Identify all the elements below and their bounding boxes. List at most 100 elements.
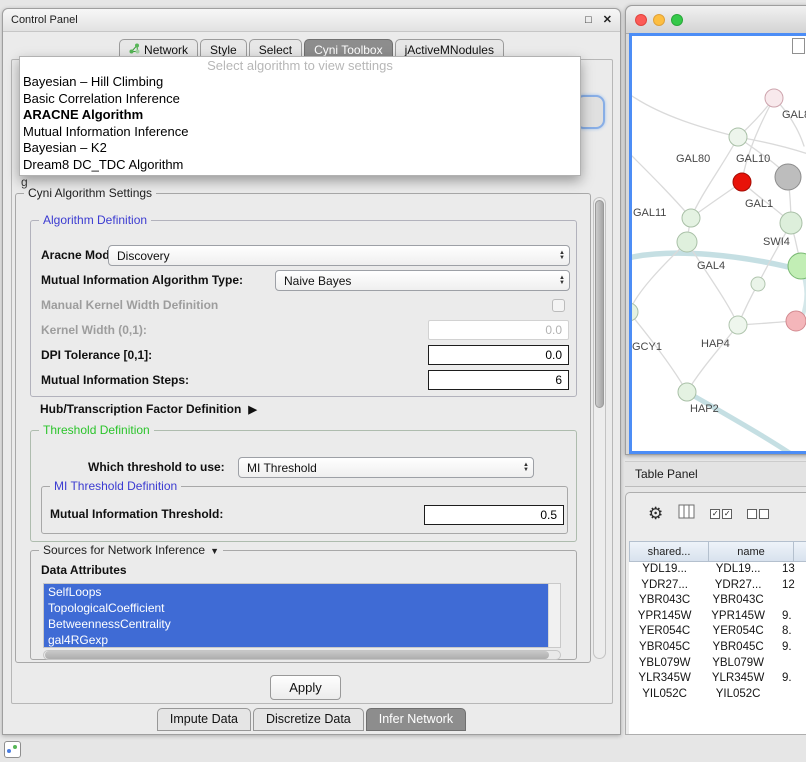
table-cell: YBR045C	[629, 640, 700, 656]
which-threshold-label: Which threshold to use:	[88, 457, 225, 478]
algorithm-option[interactable]: ARACNE Algorithm	[20, 107, 580, 124]
node-label: GAL80	[676, 153, 710, 165]
list-vertical-scrollbar[interactable]	[548, 584, 560, 647]
close-button-icon[interactable]	[635, 14, 647, 26]
network-edge	[687, 392, 806, 451]
network-view-window: GAL8GAL80GAL10GAL11GAL1SWI4GAL4GCY1HAP4H…	[625, 5, 806, 455]
network-node[interactable]	[729, 316, 747, 334]
close-window-icon[interactable]: ✕	[603, 14, 612, 26]
deselect-all-icon[interactable]	[747, 509, 769, 519]
tab-label: Select	[259, 43, 292, 57]
mi-type-label: Mutual Information Algorithm Type:	[41, 270, 243, 291]
mi-type-value: Naive Bayes	[284, 274, 351, 288]
column-header[interactable]: name	[709, 541, 794, 562]
table-row[interactable]: YBR045CYBR045C9.	[629, 640, 806, 656]
table-row[interactable]: YBR043CYBR043C	[629, 593, 806, 609]
network-edge	[687, 325, 738, 392]
sources-toggle[interactable]: Sources for Network Inference▼	[39, 543, 223, 557]
column-header[interactable]	[794, 541, 806, 562]
network-node[interactable]	[775, 164, 801, 190]
data-attribute-item[interactable]: BetweennessCentrality	[44, 616, 549, 632]
minimize-button-icon[interactable]	[653, 14, 665, 26]
network-node[interactable]	[780, 212, 802, 234]
table-cell: YLR345W	[629, 671, 700, 687]
table-cell	[776, 656, 806, 672]
data-attribute-item[interactable]: gal4RGexp	[44, 632, 549, 648]
algorithm-option[interactable]: Basic Correlation Inference	[20, 91, 580, 108]
select-all-icon[interactable]: ✓ ✓	[710, 509, 732, 519]
network-node[interactable]	[677, 232, 697, 252]
scrollbar-thumb[interactable]	[45, 651, 549, 659]
table-cell: YPR145W	[629, 609, 700, 625]
data-attribute-item[interactable]: SelfLoops	[44, 584, 549, 600]
cyni-mode-tabs: Impute DataDiscretize DataInfer Network	[3, 708, 620, 731]
sources-group: Sources for Network Inference▼ Data Attr…	[30, 550, 577, 660]
table-cell: YPR145W	[700, 609, 776, 625]
spinner-arrows-icon: ▲▼	[559, 276, 565, 286]
apply-button[interactable]: Apply	[270, 675, 341, 700]
mi-threshold-field[interactable]: 0.5	[424, 505, 564, 525]
table-cell: YBR043C	[700, 593, 776, 609]
birdseye-corner-widget[interactable]	[792, 38, 805, 54]
table-row[interactable]: YDR27...YDR27...12	[629, 578, 806, 594]
algorithm-option[interactable]: Dream8 DC_TDC Algorithm	[20, 157, 580, 174]
table-row[interactable]: YDL19...YDL19...13	[629, 562, 806, 578]
node-label: SWI4	[763, 236, 790, 248]
table-row[interactable]: YER054CYER054C8.	[629, 624, 806, 640]
network-node[interactable]	[733, 173, 751, 191]
scrollbar-thumb[interactable]	[595, 200, 604, 408]
tab-infer-network[interactable]: Infer Network	[366, 708, 466, 731]
dpi-tolerance-field[interactable]: 0.0	[428, 345, 569, 365]
network-node[interactable]	[765, 89, 783, 107]
settings-scrollbar[interactable]	[593, 197, 606, 659]
mi-steps-field[interactable]: 6	[428, 370, 569, 390]
which-threshold-select[interactable]: MI Threshold ▲▼	[238, 457, 534, 478]
tab-discretize-data[interactable]: Discretize Data	[253, 708, 364, 731]
data-attributes-list[interactable]: SelfLoopsTopologicalCoefficientBetweenne…	[43, 583, 561, 648]
network-window-titlebar[interactable]	[626, 6, 806, 34]
table-cell: 13	[776, 562, 806, 578]
float-window-icon[interactable]: □	[585, 14, 592, 26]
algorithm-definition-group: Algorithm Definition Aracne Mode: Discov…	[30, 220, 577, 397]
hub-definition-toggle[interactable]: Hub/Transcription Factor Definition▶	[40, 400, 257, 419]
network-node[interactable]	[632, 303, 638, 321]
aracne-mode-value: Discovery	[117, 249, 170, 263]
network-node[interactable]	[682, 209, 700, 227]
settings-group-title: Cyni Algorithm Settings	[24, 186, 156, 200]
table-row[interactable]: YBL079WYBL079W	[629, 656, 806, 672]
spinner-arrows-icon: ▲▼	[559, 251, 565, 261]
table-row[interactable]: YPR145WYPR145W9.	[629, 609, 806, 625]
window-title: Control Panel	[11, 9, 78, 31]
network-node[interactable]	[678, 383, 696, 401]
manual-kernel-checkbox[interactable]	[552, 299, 565, 312]
table-row[interactable]: YLR345WYLR345W9.	[629, 671, 806, 687]
algorithm-option[interactable]: Bayesian – K2	[20, 140, 580, 157]
column-selector-icon[interactable]	[678, 504, 695, 524]
network-node[interactable]	[786, 311, 806, 331]
network-canvas[interactable]: GAL8GAL80GAL10GAL11GAL1SWI4GAL4GCY1HAP4H…	[629, 33, 806, 454]
mi-threshold-label: Mutual Information Threshold:	[50, 504, 223, 525]
algorithm-option[interactable]: Bayesian – Hill Climbing	[20, 74, 580, 91]
list-horizontal-scrollbar[interactable]	[43, 650, 561, 660]
tab-impute-data[interactable]: Impute Data	[157, 708, 251, 731]
zoom-button-icon[interactable]	[671, 14, 683, 26]
dropdown-placeholder: Select algorithm to view settings	[20, 57, 580, 74]
table-cell: 9.	[776, 609, 806, 625]
network-node[interactable]	[751, 277, 765, 291]
aracne-mode-select[interactable]: Discovery ▲▼	[108, 245, 570, 266]
algorithm-dropdown-list: Select algorithm to view settings Bayesi…	[19, 56, 581, 176]
mi-type-select[interactable]: Naive Bayes ▲▼	[275, 270, 570, 291]
column-header[interactable]: shared...	[629, 541, 709, 562]
mi-threshold-definition-title: MI Threshold Definition	[50, 479, 181, 493]
algorithm-option[interactable]: Mutual Information Inference	[20, 124, 580, 141]
data-attributes-label: Data Attributes	[41, 563, 127, 577]
table-panel-titlebar[interactable]: Table Panel	[625, 461, 806, 487]
network-node[interactable]	[788, 253, 806, 279]
table-panel-window: ⚙ ✓ ✓ shared...name YDL19...YDL19...13YD…	[625, 492, 806, 735]
network-node[interactable]	[729, 128, 747, 146]
minimized-window-icon[interactable]	[4, 741, 21, 758]
control-panel-titlebar[interactable]: Control Panel □ ✕	[3, 9, 620, 32]
table-row[interactable]: YIL052CYIL052C	[629, 687, 806, 703]
settings-gear-icon[interactable]: ⚙	[648, 504, 663, 524]
data-attribute-item[interactable]: TopologicalCoefficient	[44, 600, 549, 616]
